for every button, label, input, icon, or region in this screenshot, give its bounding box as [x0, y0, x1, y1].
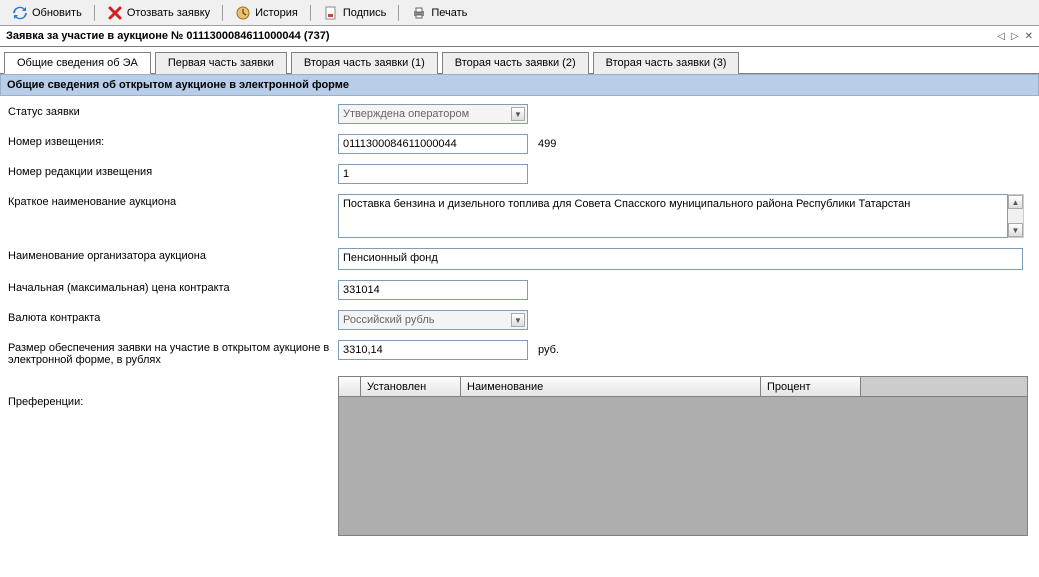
label-currency: Валюта контракта — [8, 310, 338, 324]
notice-suffix: 499 — [538, 138, 556, 150]
print-icon — [411, 5, 427, 21]
cancel-icon — [107, 5, 123, 21]
recall-label: Отозвать заявку — [127, 7, 210, 19]
grid-corner — [339, 377, 361, 397]
refresh-button[interactable]: Обновить — [6, 3, 88, 23]
currency-select[interactable]: Российский рубль ▼ — [338, 310, 528, 330]
print-label: Печать — [431, 7, 467, 19]
deposit-unit: руб. — [538, 344, 559, 356]
tab-part2-3[interactable]: Вторая часть заявки (3) — [593, 52, 740, 74]
refresh-icon — [12, 5, 28, 21]
grid-col-percent[interactable]: Процент — [761, 377, 861, 397]
notice-no-input[interactable] — [338, 134, 528, 154]
grid-col-name[interactable]: Наименование — [461, 377, 761, 397]
currency-value: Российский рубль — [343, 314, 435, 326]
grid-header: Установлен Наименование Процент — [339, 377, 1027, 397]
prev-icon[interactable]: ◁ — [997, 31, 1005, 42]
sign-button[interactable]: Подпись — [317, 3, 393, 23]
label-start-price: Начальная (максимальная) цена контракта — [8, 280, 338, 294]
window-title: Заявка за участие в аукционе № 011130008… — [6, 30, 330, 42]
label-organizer: Наименование организатора аукциона — [8, 248, 338, 262]
history-label: История — [255, 7, 298, 19]
grid-filler — [861, 377, 1027, 397]
label-revision-no: Номер редакции извещения — [8, 164, 338, 178]
scroll-down-icon[interactable]: ▼ — [1008, 223, 1023, 237]
tab-general[interactable]: Общие сведения об ЭА — [4, 52, 151, 74]
print-button[interactable]: Печать — [405, 3, 473, 23]
document-icon — [323, 5, 339, 21]
window-title-bar: Заявка за участие в аукционе № 011130008… — [0, 26, 1039, 47]
chevron-down-icon: ▼ — [511, 313, 525, 327]
revision-no-input[interactable] — [338, 164, 528, 184]
toolbar: Обновить Отозвать заявку История Подпись… — [0, 0, 1039, 26]
tab-part2-1[interactable]: Вторая часть заявки (1) — [291, 52, 438, 74]
recall-button[interactable]: Отозвать заявку — [101, 3, 216, 23]
label-notice-no: Номер извещения: — [8, 134, 338, 148]
scroll-up-icon[interactable]: ▲ — [1008, 195, 1023, 209]
history-button[interactable]: История — [229, 3, 304, 23]
form-area: Статус заявки Утверждена оператором ▼ Но… — [0, 96, 1039, 554]
start-price-input[interactable] — [338, 280, 528, 300]
chevron-down-icon: ▼ — [511, 107, 525, 121]
window-controls: ◁ ▷ ✕ — [997, 31, 1033, 42]
label-status: Статус заявки — [8, 104, 338, 118]
section-header: Общие сведения об открытом аукционе в эл… — [0, 74, 1039, 96]
label-deposit: Размер обеспечения заявки на участие в о… — [8, 340, 338, 366]
tab-part2-2[interactable]: Вторая часть заявки (2) — [442, 52, 589, 74]
next-icon[interactable]: ▷ — [1011, 31, 1019, 42]
grid-body — [339, 397, 1027, 535]
close-icon[interactable]: ✕ — [1025, 31, 1033, 42]
label-preferences: Преференции: — [8, 376, 338, 408]
organizer-input[interactable]: Пенсионный фонд — [338, 248, 1023, 270]
textarea-scrollbar[interactable]: ▲ ▼ — [1008, 194, 1024, 238]
tab-strip: Общие сведения об ЭА Первая часть заявки… — [0, 47, 1039, 74]
tab-part1[interactable]: Первая часть заявки — [155, 52, 287, 74]
refresh-label: Обновить — [32, 7, 82, 19]
history-icon — [235, 5, 251, 21]
label-short-name: Краткое наименование аукциона — [8, 194, 338, 208]
short-name-textarea[interactable]: Поставка бензина и дизельного топлива дл… — [338, 194, 1008, 238]
preferences-grid[interactable]: Установлен Наименование Процент — [338, 376, 1028, 536]
grid-col-set[interactable]: Установлен — [361, 377, 461, 397]
deposit-input[interactable] — [338, 340, 528, 360]
status-value: Утверждена оператором — [343, 108, 469, 120]
sign-label: Подпись — [343, 7, 387, 19]
status-select[interactable]: Утверждена оператором ▼ — [338, 104, 528, 124]
